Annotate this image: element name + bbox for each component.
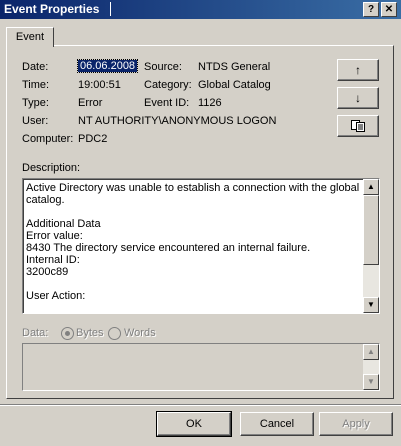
scroll-thumb[interactable] [363, 195, 379, 265]
bytes-radio[interactable] [61, 327, 74, 340]
words-radio[interactable] [108, 327, 121, 340]
cancel-button[interactable]: Cancel [240, 412, 314, 436]
description-textbox[interactable]: Active Directory was unable to establish… [22, 178, 380, 314]
scroll-down-icon[interactable]: ▼ [363, 297, 379, 313]
divider [0, 404, 401, 406]
data-label: Data: [22, 327, 49, 339]
type-label: Type: [22, 97, 49, 109]
copy-icon [351, 120, 365, 132]
category-value: Global Catalog [198, 79, 271, 91]
data-scrollbar[interactable]: ▲ ▼ [363, 344, 379, 390]
user-label: User: [22, 115, 49, 127]
event-id-label: Event ID: [144, 97, 190, 109]
window-title: Event Properties [4, 2, 100, 16]
source-value: NTDS General [198, 61, 271, 73]
copy-button[interactable] [337, 115, 379, 137]
previous-event-button[interactable]: ↑ [337, 59, 379, 81]
data-scroll-down-icon[interactable]: ▼ [363, 374, 379, 390]
user-value: NT AUTHORITY\ANONYMOUS LOGON [78, 115, 277, 127]
category-label: Category: [144, 79, 192, 91]
type-value: Error [78, 97, 103, 109]
tab-event[interactable]: Event [6, 27, 54, 47]
description-text: Active Directory was unable to establish… [26, 182, 360, 302]
words-label: Words [124, 327, 156, 339]
arrow-up-icon: ↑ [355, 63, 361, 77]
title-bar: Event Properties ? ✕ [0, 0, 401, 19]
event-id-value: 1126 [198, 97, 222, 109]
data-scroll-up-icon[interactable]: ▲ [363, 344, 379, 360]
date-label: Date: [22, 61, 49, 73]
close-button[interactable]: ✕ [381, 2, 397, 17]
computer-label: Computer: [22, 133, 74, 145]
time-label: Time: [22, 79, 50, 91]
scroll-up-icon[interactable]: ▲ [363, 179, 379, 195]
apply-button[interactable]: Apply [319, 412, 393, 436]
data-textbox[interactable]: ▲ ▼ [22, 343, 380, 391]
time-value: 19:00:51 [78, 79, 121, 91]
source-label: Source: [144, 61, 182, 73]
arrow-down-icon: ↓ [355, 91, 361, 105]
description-scrollbar[interactable]: ▲ ▼ [363, 179, 379, 313]
computer-value: PDC2 [78, 133, 108, 145]
text-cursor-icon [110, 2, 111, 16]
date-value[interactable]: 06.06.2008 [76, 59, 139, 73]
bytes-label: Bytes [76, 327, 104, 339]
ok-button[interactable]: OK [156, 411, 232, 437]
next-event-button[interactable]: ↓ [337, 87, 379, 109]
description-label: Description: [22, 162, 81, 174]
help-button[interactable]: ? [363, 2, 379, 17]
